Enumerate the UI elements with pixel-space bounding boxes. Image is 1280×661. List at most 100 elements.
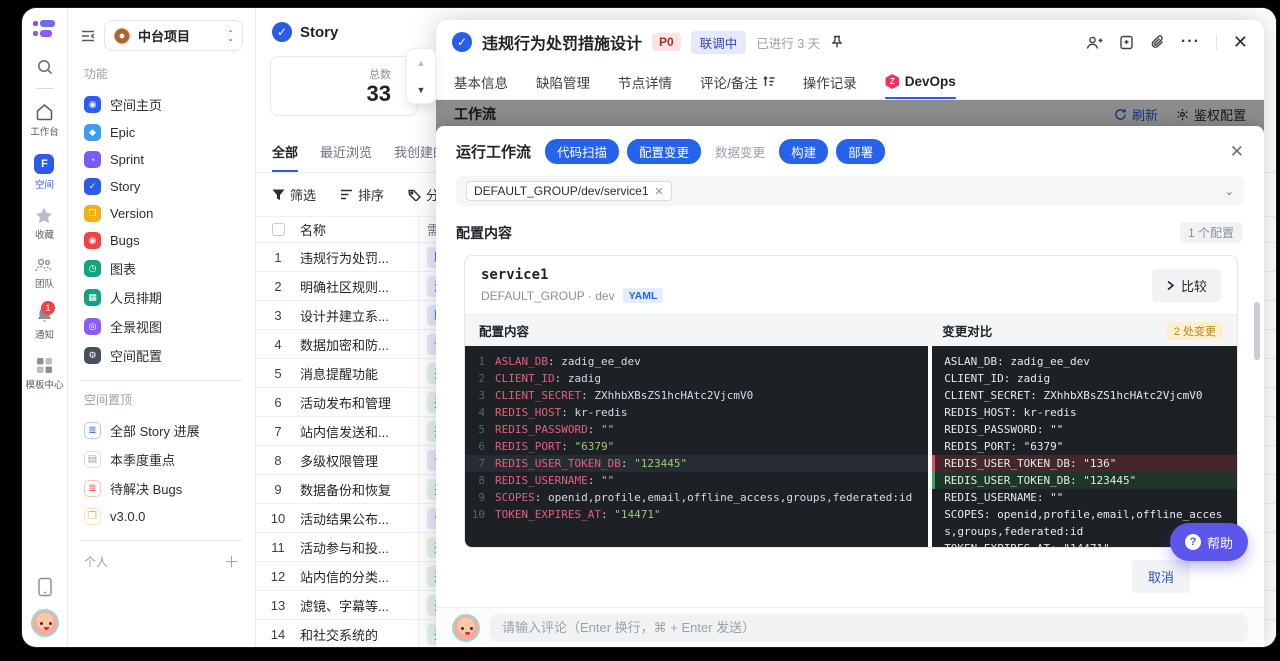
- card-stepper: ▲ ▼: [406, 48, 436, 104]
- user-avatar[interactable]: [31, 609, 59, 637]
- duration-text: 已进行 3 天: [756, 33, 820, 52]
- yaml-diff-view: ASLAN_DB: zadig_ee_dev CLIENT_ID: zadig …: [932, 346, 1237, 548]
- detail-tab-4[interactable]: 操作记录: [803, 64, 857, 99]
- item-icon: ≣: [84, 422, 101, 439]
- sidebar-item[interactable]: ◆ Epic: [80, 119, 243, 146]
- rail-item-3[interactable]: 团队: [25, 257, 63, 290]
- rail-item-1[interactable]: F 空间: [25, 154, 63, 191]
- project-selector[interactable]: 中台项目 ⌃⌄: [104, 20, 243, 51]
- item-icon: ≣: [84, 480, 101, 497]
- sidebar-item[interactable]: ◎ 全景视图: [80, 312, 243, 341]
- sidebar-item[interactable]: ❐ Version: [80, 200, 243, 227]
- service-select[interactable]: DEFAULT_GROUP/dev/service1 ✕ ⌄: [456, 176, 1244, 206]
- rail-item-5[interactable]: 模板中心: [25, 357, 63, 391]
- story-tab-1[interactable]: 最近浏览: [320, 142, 372, 172]
- code-line: 6REDIS_PORT: "6379": [465, 438, 928, 455]
- total-count: 33: [283, 82, 391, 106]
- config-count-badge: 1 个配置: [1180, 222, 1242, 243]
- story-tab-0[interactable]: 全部: [272, 142, 298, 172]
- item-icon: ▤: [84, 451, 101, 468]
- item-icon: ◉: [84, 232, 101, 249]
- code-line: 9SCOPES: openid,profile,email,offline_ac…: [465, 489, 928, 506]
- scroll-up-button[interactable]: ▲: [407, 49, 435, 76]
- run-workflow-modal: 运行工作流 代码扫描 配置变更 数据变更 构建 部署 ✕ DEFAULT_GRO…: [436, 126, 1264, 607]
- add-member-icon[interactable]: [1086, 35, 1103, 50]
- workflow-pill-0[interactable]: 代码扫描: [545, 139, 619, 164]
- issue-type-icon: ✓: [452, 32, 472, 52]
- code-line: 4REDIS_HOST: kr-redis: [465, 404, 928, 421]
- code-line: 2CLIENT_ID: zadig: [465, 370, 928, 387]
- sidebar-item[interactable]: ≣ 待解决 Bugs: [80, 474, 243, 503]
- more-icon[interactable]: ···: [1181, 33, 1200, 51]
- commenter-avatar[interactable]: [452, 614, 480, 642]
- remove-tag-icon[interactable]: ✕: [655, 185, 664, 198]
- detail-tab-0[interactable]: 基本信息: [454, 64, 508, 99]
- workflow-pill-3[interactable]: 构建: [779, 139, 828, 164]
- workflow-pill-4[interactable]: 部署: [836, 139, 885, 164]
- sidebar-item[interactable]: ◷ 图表: [80, 254, 243, 283]
- comment-input[interactable]: [490, 614, 1248, 642]
- workflow-pill-1[interactable]: 配置变更: [627, 139, 701, 164]
- left-rail: 工作台 F 空间 收藏 团队 1 通知 模板中心: [22, 8, 68, 647]
- project-name: 中台项目: [138, 26, 220, 45]
- sidebar-divider: [80, 540, 243, 541]
- space-icon: F: [34, 154, 54, 174]
- mobile-app-icon[interactable]: [37, 577, 53, 597]
- pin-icon[interactable]: [830, 35, 844, 49]
- sidebar-item[interactable]: ◉ Bugs: [80, 227, 243, 254]
- team-icon: [34, 257, 54, 273]
- search-icon[interactable]: [36, 58, 54, 76]
- detail-tab-3[interactable]: 评论/备注: [700, 64, 775, 99]
- app-logo-icon[interactable]: [33, 20, 57, 40]
- status-badge[interactable]: 联调中: [691, 31, 747, 54]
- diff-line-normal: REDIS_PORT: "6379": [932, 438, 1237, 455]
- help-button[interactable]: ? 帮助: [1170, 523, 1248, 561]
- run-workflow-title: 运行工作流: [456, 141, 531, 162]
- scroll-down-button[interactable]: ▼: [407, 76, 435, 103]
- total-label: 总数: [283, 66, 391, 82]
- sidebar-section-title: 功能: [84, 65, 239, 82]
- sidebar-item[interactable]: ❐ v3.0.0: [80, 503, 243, 530]
- rail-item-0[interactable]: 工作台: [25, 103, 63, 138]
- story-panel-title: Story: [300, 24, 338, 41]
- collapse-sidebar-icon[interactable]: [80, 29, 96, 43]
- rail-item-4[interactable]: 1 通知: [25, 306, 63, 341]
- code-line: 10TOKEN_EXPIRES_AT: "14471": [465, 506, 928, 523]
- filter-icon: [272, 189, 285, 201]
- detail-tab-5[interactable]: Z DevOps: [885, 64, 956, 99]
- cancel-button[interactable]: 取消: [1132, 560, 1190, 593]
- detail-tab-2[interactable]: 节点详情: [618, 64, 672, 99]
- sidebar-item[interactable]: ✓ Story: [80, 173, 243, 200]
- sidebar-item[interactable]: ▤ 本季度重点: [80, 445, 243, 474]
- attachment-icon[interactable]: [1150, 35, 1165, 50]
- sidebar-item[interactable]: ≣ 全部 Story 进展: [80, 416, 243, 445]
- sidebar-item[interactable]: ⚙ 空间配置: [80, 341, 243, 370]
- bookmark-add-icon[interactable]: [1119, 35, 1134, 50]
- close-drawer-icon[interactable]: ✕: [1233, 34, 1248, 50]
- modal-scrollbar[interactable]: [1254, 302, 1260, 360]
- workflow-pill-2[interactable]: 数据变更: [709, 139, 771, 164]
- detail-tab-1[interactable]: 缺陷管理: [536, 64, 590, 99]
- add-item-icon[interactable]: ＋: [224, 551, 239, 572]
- close-modal-icon[interactable]: ✕: [1230, 145, 1244, 159]
- code-line: 7REDIS_USER_TOKEN_DB: "123445": [465, 455, 928, 472]
- compare-button[interactable]: 比较: [1152, 269, 1221, 302]
- toolbar-sort-button[interactable]: 排序: [340, 185, 384, 204]
- comment-bar: [436, 607, 1264, 647]
- service-group: DEFAULT_GROUP · dev: [481, 289, 615, 303]
- code-line: 1ASLAN_DB: zadig_ee_dev: [465, 353, 928, 370]
- yaml-editor[interactable]: 1ASLAN_DB: zadig_ee_dev 2CLIENT_ID: zadi…: [465, 346, 928, 548]
- sidebar-item[interactable]: ◔ Sprint: [80, 146, 243, 173]
- select-all-checkbox[interactable]: [272, 223, 285, 236]
- sidebar-item[interactable]: ◉ 空间主页: [80, 90, 243, 119]
- rail-item-2[interactable]: 收藏: [25, 207, 63, 241]
- question-icon: ?: [1185, 534, 1201, 550]
- toolbar-filter-button[interactable]: 筛选: [272, 185, 316, 204]
- sidebar-item[interactable]: ▦ 人员排期: [80, 283, 243, 312]
- sidebar-section-title: 个人 ＋: [84, 551, 239, 572]
- tag-icon: [408, 189, 421, 201]
- item-icon: ◔: [84, 151, 101, 168]
- sidebar-section-title: 空间置顶: [84, 391, 239, 408]
- selected-service-tag: DEFAULT_GROUP/dev/service1 ✕: [466, 181, 672, 201]
- zadig-icon: Z: [885, 74, 900, 89]
